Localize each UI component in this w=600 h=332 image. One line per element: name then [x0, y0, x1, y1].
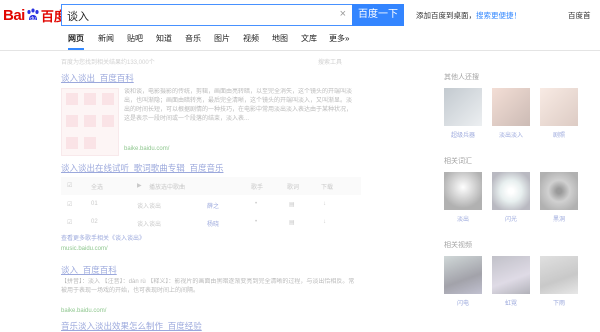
search-input[interactable]: 谈入 ×: [61, 4, 352, 26]
download-icon[interactable]: ↓: [323, 219, 326, 225]
baidu-logo[interactable]: Bai du 百度: [3, 5, 67, 25]
header: Bai du 百度 谈入 × 百度一下 添加百度到桌面，搜索更便捷！ 百度首: [0, 0, 600, 31]
related-video-label[interactable]: 下雨: [540, 298, 578, 307]
related-term-image[interactable]: [444, 172, 482, 210]
image-tile: [84, 137, 96, 149]
result-2-title[interactable]: 谈入谈出在线试听_歌词歌曲专辑_百度音乐: [61, 162, 223, 174]
select-all-label: 全选: [91, 185, 104, 191]
related-search-label[interactable]: 剧照: [540, 130, 578, 139]
related-searches-title: 其他人还搜: [444, 74, 479, 81]
image-tile: [102, 93, 114, 105]
image-tile: [66, 93, 78, 105]
col-singer: 歌手: [251, 185, 264, 191]
result-2-url: music.baidu.com/: [61, 246, 108, 252]
related-search-label[interactable]: 超级兵器: [444, 130, 482, 139]
related-search-label[interactable]: 淡出淡入: [492, 130, 530, 139]
col-download: 下载: [321, 185, 334, 191]
result-4-title[interactable]: 音乐淡入淡出效果怎么制作_百度经验: [61, 320, 202, 332]
image-tile: [66, 115, 78, 127]
more-songs-link[interactable]: 查看更多歌手相关《谈入谈出》: [61, 235, 145, 244]
col-lyrics: 歌词: [287, 185, 300, 191]
tab-map[interactable]: 地图: [272, 33, 288, 50]
tab-video[interactable]: 视频: [243, 33, 259, 50]
song-checkbox[interactable]: ☑: [67, 219, 72, 226]
related-video-label[interactable]: 虹霓: [492, 298, 530, 307]
result-1-url: baike.baidu.com/: [124, 146, 170, 152]
related-term-image[interactable]: [540, 172, 578, 210]
song-row[interactable]: ☑ 02 谈入谈出 杨晓 • ▤ ↓: [61, 214, 361, 232]
tab-more[interactable]: 更多»: [329, 33, 349, 50]
result-3-snippet: 【拼音】：淡入 【注音】：dàn rù 【释义】：影视片的画面由黑暗逐渐变亮到完…: [61, 279, 355, 294]
result-1-title[interactable]: 谈入谈出_百度百科: [61, 72, 134, 84]
image-tile: [66, 137, 78, 149]
result-3-title[interactable]: 谈入_百度百科: [61, 264, 117, 276]
song-singer[interactable]: 杨晓: [207, 219, 219, 228]
results-area: 百度为您找到相关结果约133,000个 搜索工具 谈入谈出_百度百科 谈和谈，电…: [0, 52, 600, 332]
promo-text: 添加百度到桌面，: [416, 11, 476, 20]
search-tools-link[interactable]: 搜索工具: [318, 57, 342, 66]
clear-icon[interactable]: ×: [340, 8, 346, 20]
lyrics-icon[interactable]: ▤: [289, 219, 295, 226]
song-dot: •: [255, 201, 258, 207]
image-tile: [102, 115, 114, 127]
logo-text-bai: Bai: [3, 6, 25, 24]
add-to-desktop-link[interactable]: 添加百度到桌面，搜索更便捷！: [416, 10, 521, 21]
tab-wenku[interactable]: 文库: [301, 33, 317, 50]
result-1-image[interactable]: [61, 88, 119, 156]
song-table-header: ☑ 全选 ▶ 播放选中歌曲 歌手 歌词 下载: [61, 177, 361, 195]
download-icon[interactable]: ↓: [323, 201, 326, 207]
related-search-image[interactable]: [540, 88, 578, 126]
related-search-image[interactable]: [492, 88, 530, 126]
song-name[interactable]: 谈入谈出: [137, 219, 161, 228]
song-index: 01: [91, 201, 98, 207]
page: Bai du 百度 谈入 × 百度一下 添加百度到桌面，搜索更便捷！ 百度首 网…: [0, 0, 600, 332]
related-term-label[interactable]: 黑洞: [540, 214, 578, 223]
related-video-image[interactable]: [444, 256, 482, 294]
play-selected-button[interactable]: ▶: [137, 182, 142, 189]
paw-icon: du: [27, 8, 39, 22]
song-singer[interactable]: 薛之: [207, 201, 219, 210]
related-video-image[interactable]: [540, 256, 578, 294]
related-video-label[interactable]: 闪电: [444, 298, 482, 307]
song-dot: •: [255, 219, 258, 225]
image-tile: [84, 93, 96, 105]
promo-emphasis: 搜索更便捷！: [476, 11, 521, 20]
result-1-snippet: 谈和谈，电影摄影的传统，剪辑，画面由亮转暗，以至完全消失，这个镜头的开端叫淡出，…: [124, 89, 353, 122]
tab-music[interactable]: 音乐: [185, 33, 201, 50]
song-name[interactable]: 谈入谈出: [137, 201, 161, 210]
result-count: 百度为您找到相关结果约133,000个: [61, 60, 155, 66]
song-checkbox[interactable]: ☑: [67, 201, 72, 208]
search-query-text: 谈入: [67, 11, 89, 23]
result-3-url: baike.baidu.com/: [61, 308, 107, 314]
tab-images[interactable]: 图片: [214, 33, 230, 50]
song-row[interactable]: ☑ 01 谈入谈出 薛之 • ▤ ↓: [61, 196, 361, 214]
related-term-label[interactable]: 闪光: [492, 214, 530, 223]
tab-tieba[interactable]: 贴吧: [127, 33, 143, 50]
checkbox-all[interactable]: ☑: [67, 182, 72, 189]
related-term-image[interactable]: [492, 172, 530, 210]
play-selected-label: 播放选中歌曲: [149, 185, 186, 191]
homepage-link[interactable]: 百度首: [568, 10, 591, 21]
tab-news[interactable]: 新闻: [98, 33, 114, 50]
svg-text:du: du: [30, 16, 36, 22]
tab-web[interactable]: 网页: [68, 33, 84, 50]
lyrics-icon[interactable]: ▤: [289, 201, 295, 208]
tab-zhidao[interactable]: 知道: [156, 33, 172, 50]
related-video-title: 相关视频: [444, 242, 472, 249]
image-tile: [84, 115, 96, 127]
related-terms-title: 相关词汇: [444, 158, 472, 165]
related-video-image[interactable]: [492, 256, 530, 294]
song-index: 02: [91, 219, 98, 225]
search-tabs: 网页 新闻 贴吧 知道 音乐 图片 视频 地图 文库 更多»: [0, 31, 600, 51]
search-button[interactable]: 百度一下: [352, 4, 404, 26]
related-search-image[interactable]: [444, 88, 482, 126]
related-term-label[interactable]: 淡出: [444, 214, 482, 223]
